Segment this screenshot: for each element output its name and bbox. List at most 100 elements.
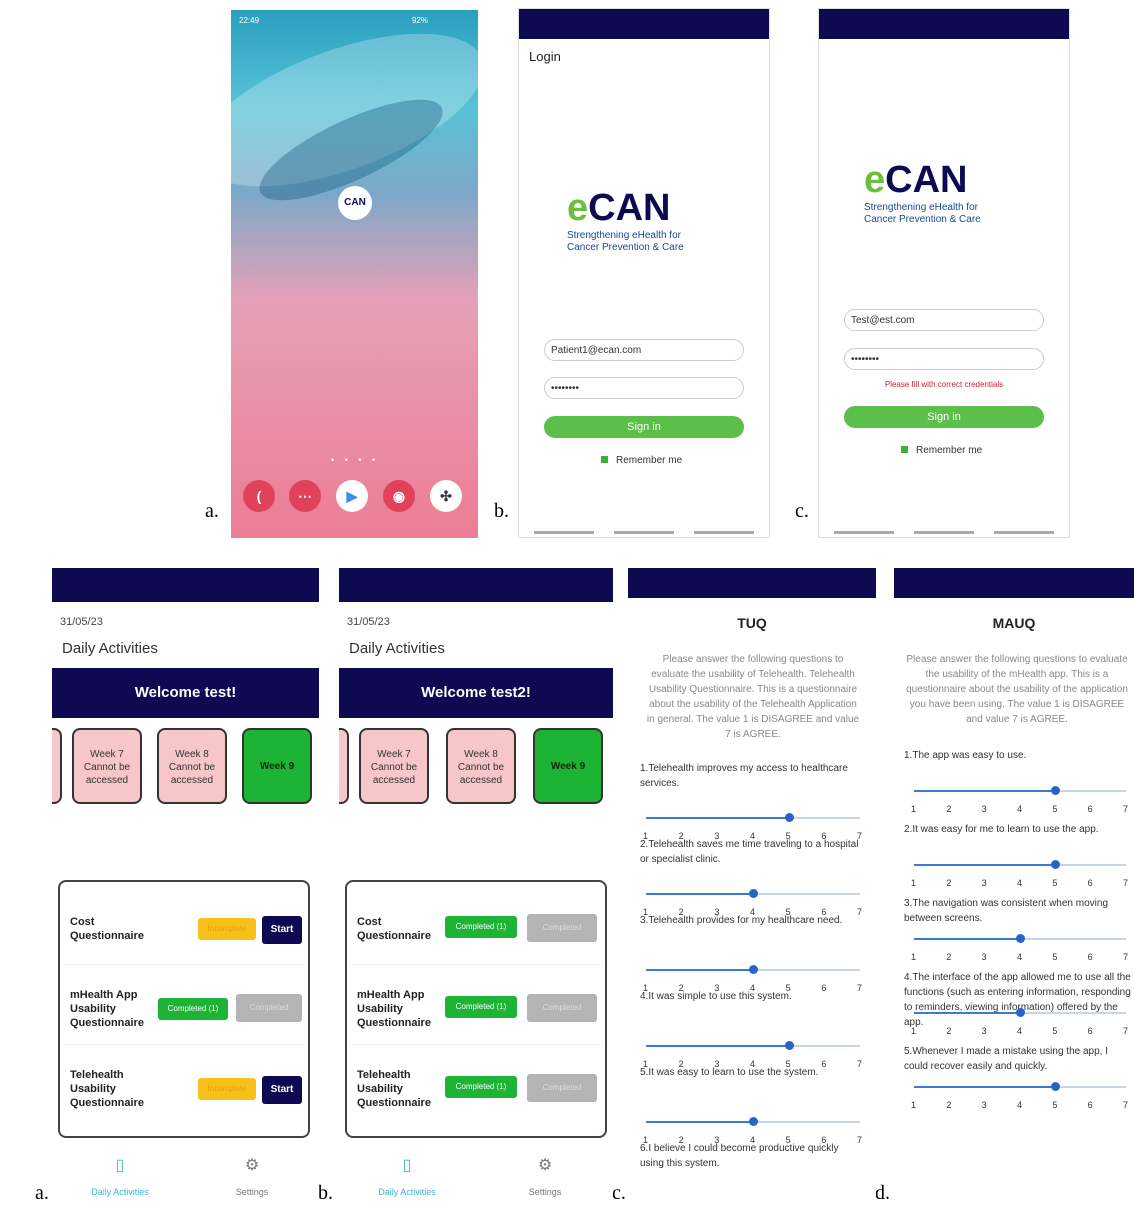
scale-number: 2 [946,1026,952,1036]
questionnaire-row: Telehealth Usability Questionnaire Compl… [351,1054,601,1124]
checkbox-icon[interactable] [901,446,908,453]
phone-icon[interactable]: ( [243,480,275,512]
question-text: 2.It was easy for me to learn to use the… [904,824,1099,835]
scale-number: 7 [1123,804,1129,814]
question-text: 4.The interface of the app allowed me to… [904,972,1131,1028]
figure-label-c-top: c. [795,500,809,522]
completed-button[interactable]: Completed [236,994,302,1022]
app-header-bar [519,9,769,39]
rating-slider[interactable] [914,1008,1126,1017]
figure-label-a-top: a. [205,500,219,522]
slider-thumb[interactable] [784,813,794,822]
slider-fill [646,893,753,895]
week-8-card[interactable]: Week 8 Cannot be accessed [446,728,516,804]
slider-fill [914,1086,1056,1088]
tab-settings[interactable]: ⚙ Settings [212,1155,292,1197]
completed-button[interactable]: Completed [527,1074,597,1102]
slider-thumb[interactable] [1051,1082,1061,1091]
week-7-card[interactable]: Week 7 Cannot be accessed [359,728,429,804]
nav-bar [819,531,1069,534]
scale-number: 2 [946,952,952,962]
week-card-prev[interactable] [339,728,349,804]
week-8-card[interactable]: Week 8 Cannot be accessed [157,728,227,804]
completed-button[interactable]: Completed [527,914,597,942]
week-9-card[interactable]: Week 9 [533,728,603,804]
rating-slider[interactable] [914,786,1126,795]
start-button[interactable]: Start [262,1076,302,1104]
figure-label-d-bottom: d. [875,1182,890,1204]
rating-slider[interactable] [646,889,860,898]
slider-thumb[interactable] [1016,1008,1025,1017]
sign-in-button[interactable]: Sign in [844,406,1044,428]
scale-number: 2 [946,804,952,814]
messages-icon[interactable]: ⋯ [289,480,321,512]
slider-thumb[interactable] [1016,934,1025,943]
camera-icon[interactable]: ◉ [383,480,415,512]
bottom-tab-bar: ▯ Daily Activities ⚙ Settings [339,1143,613,1203]
rating-slider[interactable] [646,1117,860,1126]
scale-number: 5 [1052,878,1058,888]
apps-icon[interactable]: ✣ [430,480,462,512]
scale-number: 5 [1052,1026,1058,1036]
questionnaire-row: Cost Questionnaire Completed (1) Complet… [351,894,601,965]
scale-number: 5 [1052,1100,1058,1110]
week-9-card[interactable]: Week 9 [242,728,312,804]
questionnaire-row: mHealth App Usability Questionnaire Comp… [64,974,304,1045]
tuq-questionnaire-screen: TUQ Please answer the following question… [628,568,876,1203]
scale-number: 6 [1087,1100,1093,1110]
completed-button[interactable]: Completed [527,994,597,1022]
mauq-questionnaire-screen: MAUQ Please answer the following questio… [894,568,1134,1203]
scale-number: 3 [981,804,987,814]
question-text: 5.It was easy to learn to use the system… [640,1067,819,1078]
question-text: 3.The navigation was consistent when mov… [904,898,1109,924]
rating-slider[interactable] [914,934,1126,943]
slider-thumb[interactable] [749,889,758,898]
sign-in-button[interactable]: Sign in [544,416,744,438]
figure-label-a-bottom: a. [35,1182,49,1204]
daily-activities-screen-a: 31/05/23 Daily Activities Welcome test! … [52,568,319,1203]
play-store-icon[interactable]: ▶ [336,480,368,512]
date-label: 31/05/23 [347,616,390,628]
status-badge: Incomplete [198,1078,256,1100]
email-field[interactable]: Patient1@ecan.com [544,339,744,361]
slider-fill [914,938,1020,940]
week-card-prev[interactable] [52,728,62,804]
checkbox-icon[interactable] [601,456,608,463]
tab-daily-activities[interactable]: ▯ Daily Activities [367,1155,447,1197]
remember-me-checkbox[interactable]: Remember me [601,455,682,466]
password-field[interactable]: •••••••• [544,377,744,399]
scale-number: 6 [1087,1026,1093,1036]
tab-settings[interactable]: ⚙ Settings [505,1155,585,1197]
slider-thumb[interactable] [749,965,758,974]
figure-label-b-bottom: b. [318,1182,333,1204]
week-7-card[interactable]: Week 7 Cannot be accessed [72,728,142,804]
email-field[interactable]: Test@est.com [844,309,1044,331]
slider-thumb[interactable] [749,1117,758,1126]
slider-thumb[interactable] [1051,860,1061,869]
questionnaire-name: mHealth App Usability Questionnaire [70,989,144,1029]
tab-daily-activities[interactable]: ▯ Daily Activities [80,1155,160,1197]
ecan-app-icon[interactable]: CAN [338,186,372,220]
question-text: 1.Telehealth improves my access to healt… [640,763,848,789]
rating-slider[interactable] [914,1082,1126,1091]
welcome-banner: Welcome test! [52,668,319,718]
questionnaire-intro: Please answer the following questions to… [906,654,1128,725]
rating-slider[interactable] [646,965,860,974]
questionnaire-row: Telehealth Usability Questionnaire Incom… [64,1054,304,1124]
password-field[interactable]: •••••••• [844,348,1044,370]
scale-number: 4 [1017,878,1023,888]
scale-number: 6 [1087,878,1093,888]
date-label: 31/05/23 [60,616,103,628]
daily-activities-screen-b: 31/05/23 Daily Activities Welcome test2!… [339,568,613,1203]
app-header-bar [52,568,319,602]
status-badge: Completed (1) [445,996,517,1018]
slider-fill [914,1012,1020,1014]
remember-me-checkbox[interactable]: Remember me [901,445,982,456]
rating-slider[interactable] [646,813,860,822]
start-button[interactable]: Start [262,916,302,944]
rating-slider[interactable] [646,1041,860,1050]
slider-thumb[interactable] [1051,786,1061,795]
rating-slider[interactable] [914,860,1126,869]
clipboard-icon: ▯ [402,1157,412,1174]
slider-thumb[interactable] [784,1041,794,1050]
